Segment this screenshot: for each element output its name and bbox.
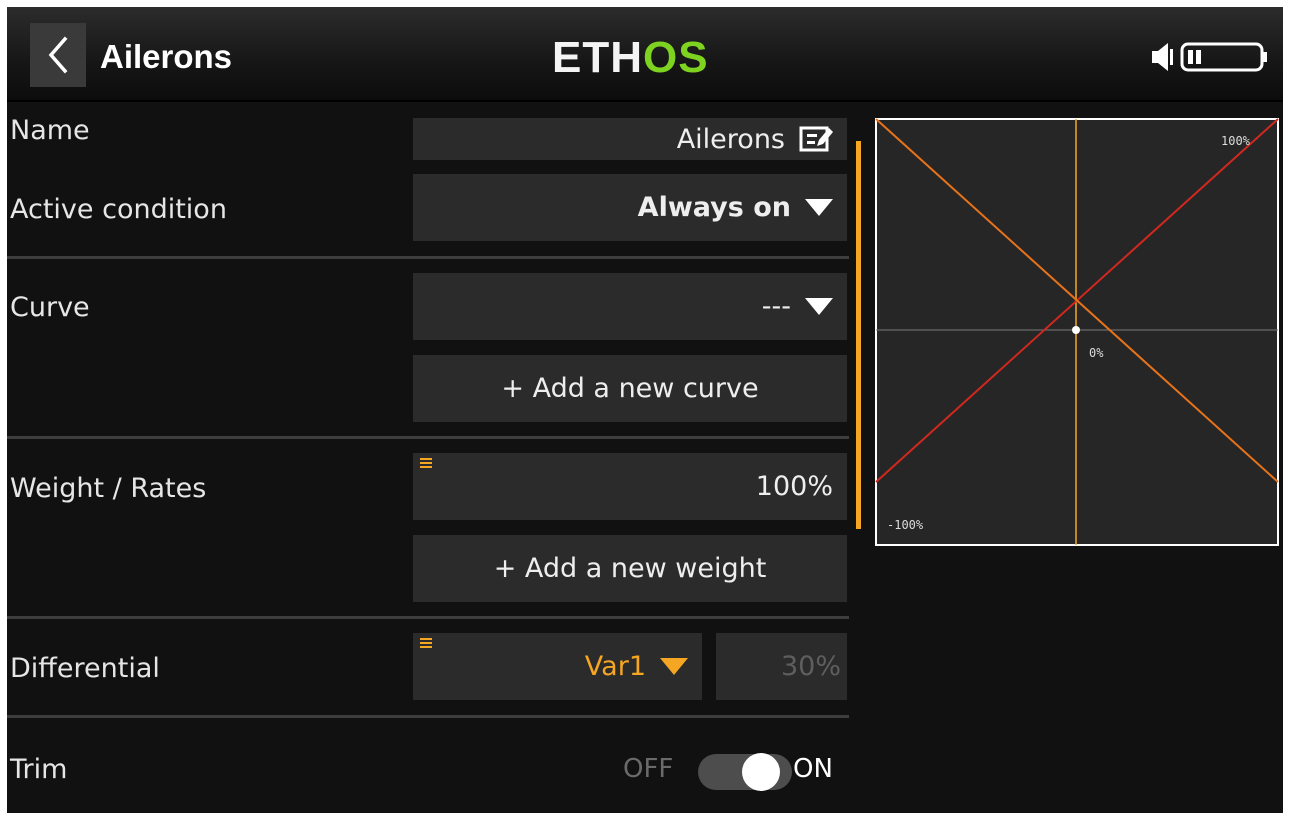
weight-value: 100% xyxy=(755,471,833,502)
active-condition-label: Active condition xyxy=(10,194,227,225)
add-curve-button[interactable]: + Add a new curve xyxy=(413,355,847,422)
differential-value-field: 30% xyxy=(716,633,847,700)
graph-center-label: 0% xyxy=(1089,346,1104,360)
dropdown-caret-icon xyxy=(805,199,833,216)
active-condition-value: Always on xyxy=(637,192,791,223)
curve-graph: 100% 0% -100% xyxy=(875,118,1279,546)
speaker-icon[interactable] xyxy=(1150,41,1174,73)
add-curve-label: + Add a new curve xyxy=(501,373,759,404)
trim-on-label: ON xyxy=(793,754,833,784)
trim-label: Trim xyxy=(10,754,68,785)
name-value: Ailerons xyxy=(676,123,785,155)
curve-select[interactable]: --- xyxy=(413,273,847,340)
back-button[interactable] xyxy=(30,23,86,87)
trim-toggle-knob[interactable] xyxy=(742,753,780,791)
add-weight-button[interactable]: + Add a new weight xyxy=(413,535,847,602)
name-label: Name xyxy=(10,115,90,146)
curve-value: --- xyxy=(761,291,791,322)
header-bar: Ailerons ETHOS xyxy=(7,7,1283,102)
trim-off-label: OFF xyxy=(623,754,674,784)
logo-accent-text: OS xyxy=(643,33,709,82)
ethos-logo: ETHOS xyxy=(552,33,709,83)
dropdown-caret-icon xyxy=(660,658,688,675)
chevron-left-icon xyxy=(48,36,68,74)
curve-graph-canvas xyxy=(875,118,1279,546)
active-condition-select[interactable]: Always on xyxy=(413,174,847,241)
graph-center-point xyxy=(1072,326,1080,334)
differential-source-value: Var1 xyxy=(584,651,646,682)
battery-icon[interactable] xyxy=(1178,41,1268,73)
separator xyxy=(7,256,849,259)
weight-label: Weight / Rates xyxy=(10,473,207,504)
weight-field[interactable]: 100% xyxy=(413,453,847,520)
separator xyxy=(7,436,849,439)
scrollbar[interactable] xyxy=(856,141,861,529)
source-menu-icon xyxy=(420,638,432,650)
page-title: Ailerons xyxy=(100,38,233,75)
edit-icon xyxy=(799,126,833,152)
graph-bottom-label: -100% xyxy=(887,518,924,532)
curve-label: Curve xyxy=(10,292,90,323)
separator xyxy=(7,715,849,718)
logo-main-text: ETH xyxy=(552,33,643,82)
name-field[interactable]: Ailerons xyxy=(413,118,847,160)
differential-source-select[interactable]: Var1 xyxy=(413,633,702,700)
separator xyxy=(7,616,849,619)
ethos-screen: Ailerons ETHOS Name Ailerons Active cond… xyxy=(7,7,1283,813)
add-weight-label: + Add a new weight xyxy=(493,553,767,584)
differential-label: Differential xyxy=(10,653,160,684)
differential-value: 30% xyxy=(780,651,841,682)
status-icons xyxy=(1150,37,1270,77)
source-menu-icon xyxy=(420,458,432,470)
dropdown-caret-icon xyxy=(805,298,833,315)
graph-top-label: 100% xyxy=(1221,134,1250,148)
